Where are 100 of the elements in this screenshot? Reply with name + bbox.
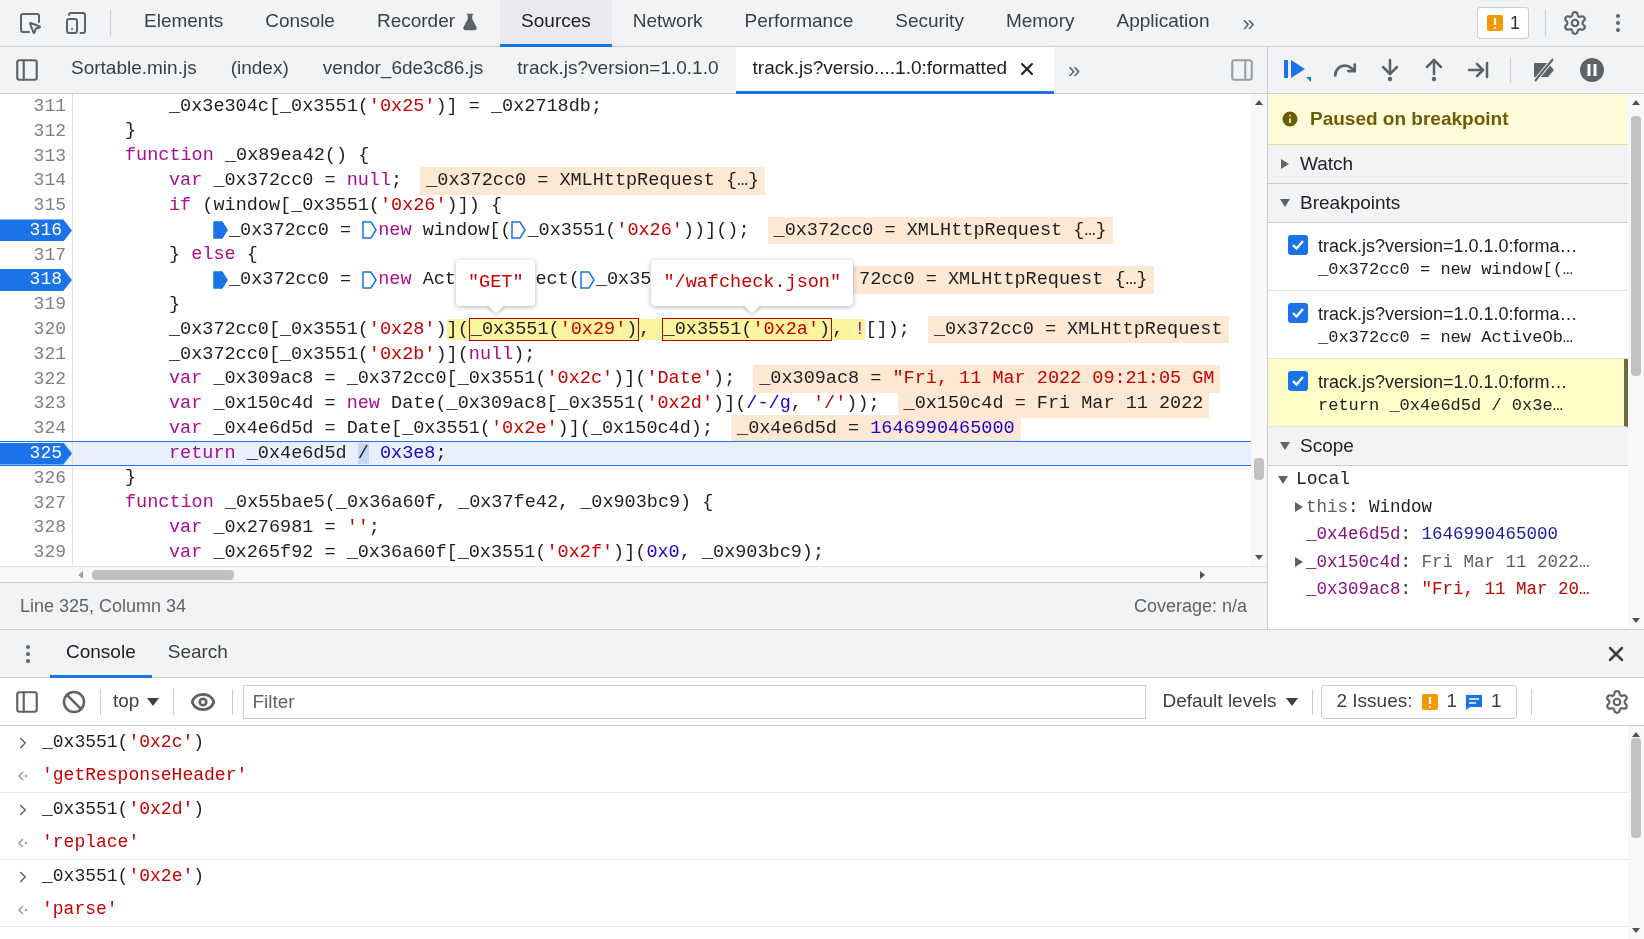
cursor-position: Line 325, Column 34	[20, 594, 187, 618]
checkbox[interactable]	[1288, 371, 1308, 391]
line-number: 321	[33, 342, 67, 366]
horizontal-scrollbar[interactable]	[0, 566, 1267, 582]
inline-breakpoint-icon[interactable]	[362, 270, 378, 289]
expand-triangle-icon[interactable]	[1294, 556, 1304, 567]
scroll-up-icon[interactable]	[1254, 98, 1264, 108]
panel-tab[interactable]: Network	[611, 0, 724, 47]
breakpoint-item[interactable]: track.js?version=1.0.1.0:form… return _0x4e6d5d / 0x3e…	[1268, 359, 1628, 427]
issues-label: 2 Issues:	[1336, 689, 1413, 714]
navigator-toggle-icon[interactable]	[14, 57, 40, 83]
clear-console-icon[interactable]	[62, 689, 86, 714]
panel-tab[interactable]: Console	[244, 0, 356, 47]
panel-tab[interactable]: Elements	[123, 0, 245, 47]
panel-tab[interactable]: Memory	[984, 0, 1096, 47]
panel-tab[interactable]: Sources	[500, 0, 612, 47]
breakpoint-line-number[interactable]: 318	[0, 268, 72, 291]
checkbox[interactable]	[1288, 235, 1308, 255]
line-number: 327	[33, 491, 67, 515]
sidebar-scrollbar[interactable]	[1628, 94, 1644, 629]
scroll-up-icon[interactable]	[1631, 730, 1641, 740]
console-command: _0x3551('0x2e')	[42, 865, 205, 889]
scroll-thumb[interactable]	[1631, 116, 1641, 376]
console-scrollbar[interactable]	[1628, 726, 1644, 939]
file-tab[interactable]: track.js?versio....1.0:formatted	[735, 46, 1055, 94]
file-tab[interactable]: vendor_6de3c86.js	[305, 46, 501, 94]
coverage-status: Coverage: n/a	[1133, 594, 1247, 618]
breakpoint-line-number[interactable]: 325	[0, 442, 72, 465]
panel-tab[interactable]: Security	[874, 0, 985, 47]
section-title: Breakpoints	[1300, 190, 1401, 215]
scroll-down-icon[interactable]	[1631, 615, 1641, 625]
inline-breakpoint-icon[interactable]	[511, 221, 527, 240]
code-text: _0x3e304c[_0x3551('0x25')] = _0x2718db;	[169, 94, 602, 119]
checkbox[interactable]	[1288, 303, 1308, 323]
scroll-right-icon[interactable]	[1197, 569, 1207, 580]
drawer-tab[interactable]: Console	[50, 629, 152, 678]
code-text: ect(	[535, 268, 580, 293]
file-tab[interactable]: (index)	[213, 46, 306, 94]
filter-field[interactable]: Filter	[243, 684, 1147, 719]
more-tabs-button[interactable]: »	[1242, 6, 1255, 40]
breakpoint-marker-icon[interactable]	[213, 270, 228, 289]
scroll-down-icon[interactable]	[1254, 552, 1264, 562]
line-number: 320	[33, 318, 67, 342]
scope-title[interactable]: Local	[1296, 466, 1350, 493]
line-number: 312	[33, 119, 67, 143]
info-count: 1	[1491, 689, 1502, 714]
inspect-icon[interactable]	[18, 11, 42, 35]
line-number: 323	[33, 392, 67, 416]
issues-button[interactable]: 1	[1477, 7, 1529, 39]
line-number: 313	[33, 144, 67, 168]
inline-breakpoint-icon[interactable]	[362, 221, 378, 240]
scope-variable[interactable]: _0x150c4d: Fri Mar 11 2022…	[1306, 548, 1590, 575]
code-text: var _0x265f92 = _0x36a60f[_0x3551('0x2f')](0x0, _0x903bc9);	[169, 540, 825, 565]
line-number: 319	[33, 293, 67, 317]
pause-on-exceptions-icon[interactable]	[1579, 57, 1605, 83]
breakpoint-marker-icon[interactable]	[213, 221, 228, 240]
scroll-down-icon[interactable]	[1631, 925, 1641, 935]
code-text: return _0x4e6d5d / 0x3e8;	[169, 441, 447, 466]
panel-tab[interactable]: Performance	[723, 0, 875, 47]
context-dropdown[interactable]: top	[113, 687, 160, 716]
section-header[interactable]: Breakpoints	[1268, 184, 1628, 223]
resume-icon[interactable]	[1282, 57, 1312, 83]
breakpoint-item[interactable]: track.js?version=1.0.1.0:forma… _0x372cc0 = new window[(…	[1268, 223, 1628, 291]
code-text: _0x372cc0 =	[229, 218, 353, 243]
value-tooltip: "GET"	[455, 259, 536, 314]
scroll-thumb[interactable]	[1254, 458, 1264, 480]
inline-breakpoint-icon[interactable]	[579, 270, 595, 289]
scroll-thumb[interactable]	[1631, 738, 1641, 838]
scroll-up-icon[interactable]	[1631, 98, 1641, 108]
log-levels-dropdown[interactable]: Default levels	[1162, 687, 1299, 716]
code-text: new window[(	[378, 218, 512, 243]
scope-variable[interactable]: this: Window	[1306, 493, 1433, 520]
section-header[interactable]: Watch	[1268, 145, 1628, 184]
scope-variable[interactable]: _0x309ac8: "Fri, 11 Mar 20…	[1306, 576, 1590, 603]
expanded-triangle-icon[interactable]	[1280, 198, 1290, 208]
code-text: _0x35	[595, 268, 652, 293]
file-tab[interactable]: track.js?version=1.0.1.0	[500, 46, 736, 94]
console-settings-icon[interactable]	[1604, 688, 1630, 715]
expanded-triangle-icon[interactable]	[1280, 441, 1290, 451]
drawer-tab[interactable]: Search	[151, 629, 244, 678]
breakpoint-line-number[interactable]: 316	[0, 219, 72, 242]
expand-triangle-icon[interactable]	[1294, 501, 1304, 512]
panel-tab[interactable]: Application	[1095, 0, 1231, 47]
section-header[interactable]: Scope	[1268, 427, 1628, 466]
collapsed-triangle-icon[interactable]	[1280, 159, 1290, 169]
console-sidebar-icon[interactable]	[14, 688, 40, 715]
more-files-button[interactable]: »	[1068, 53, 1081, 87]
inline-value: _0x372cc0 = XMLHttpRequest {…}	[420, 166, 766, 195]
device-toolbar-icon[interactable]	[64, 11, 88, 35]
settings-icon[interactable]	[1562, 10, 1588, 36]
issues-counter[interactable]: 2 Issues: 1 1	[1321, 684, 1517, 719]
scroll-thumb[interactable]	[92, 569, 234, 580]
code-text: new Act	[378, 268, 456, 293]
expanded-triangle-icon[interactable]	[1278, 474, 1288, 485]
scope-variable[interactable]: _0x4e6d5d: 1646990465000	[1306, 521, 1559, 548]
code-scrollbar[interactable]	[1251, 94, 1267, 566]
panel-tab[interactable]: Recorder	[355, 0, 501, 47]
flask-icon	[461, 12, 480, 31]
file-tab[interactable]: Sortable.min.js	[54, 46, 214, 94]
debugger-toggle-icon[interactable]	[1229, 57, 1255, 83]
